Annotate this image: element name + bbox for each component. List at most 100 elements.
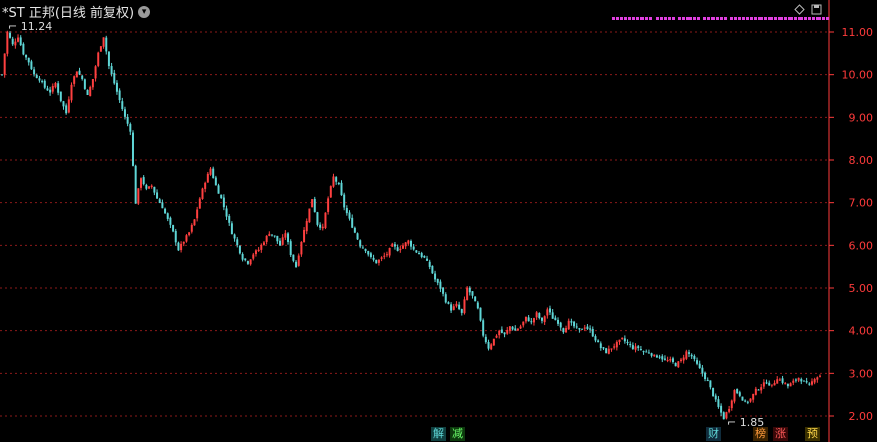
candle-body: [399, 248, 402, 251]
candle-body: [62, 101, 65, 107]
candle-body: [372, 257, 375, 260]
candle-body: [642, 351, 645, 353]
candle-body: [549, 308, 552, 313]
candle-body: [423, 255, 426, 258]
candle-body: [81, 75, 84, 79]
candle-body: [746, 401, 749, 403]
candle-body: [14, 41, 17, 46]
candle-body: [367, 251, 370, 255]
candle-body: [356, 233, 359, 240]
candle-body: [575, 326, 578, 328]
badge-finance[interactable]: 财: [706, 427, 721, 441]
candle-body: [196, 209, 199, 219]
candle-body: [145, 184, 148, 189]
restore-icon[interactable]: [811, 4, 822, 15]
signal-dot: [620, 17, 623, 20]
signal-dot: [738, 17, 741, 20]
badge-reduce[interactable]: 减: [450, 427, 465, 441]
candle-body: [781, 378, 784, 383]
candle-body: [166, 213, 169, 219]
candle-body: [602, 347, 605, 349]
candle-body: [816, 377, 819, 380]
candle-body: [733, 390, 736, 402]
candle-body: [327, 198, 330, 212]
candle-body: [720, 405, 723, 413]
signal-dot: [716, 17, 719, 20]
badge-rank[interactable]: 榜: [753, 427, 768, 441]
candle-body: [474, 296, 477, 302]
signal-dot: [712, 17, 715, 20]
candle-body: [91, 79, 94, 88]
candle-body: [11, 38, 14, 45]
candle-body: [38, 78, 41, 81]
candle-body: [158, 199, 161, 203]
diamond-icon[interactable]: [794, 4, 805, 15]
candle-body: [428, 261, 431, 267]
candle-body: [113, 72, 116, 84]
signal-dot: [746, 17, 749, 20]
candle-body: [180, 243, 183, 251]
signal-dot: [750, 17, 753, 20]
chevron-down-icon[interactable]: ▾: [138, 5, 151, 18]
candle-body: [615, 341, 618, 348]
candle-body: [86, 89, 89, 96]
candle-body: [230, 223, 233, 235]
candle-body: [543, 316, 546, 323]
candle-body: [150, 185, 153, 188]
candle-body: [284, 233, 287, 238]
candle-body: [500, 329, 503, 333]
candle-body: [479, 307, 482, 321]
candle-body: [754, 388, 757, 395]
candle-body: [303, 229, 306, 243]
candle-body: [46, 88, 49, 91]
candle-body: [663, 358, 666, 360]
candle-body: [420, 253, 423, 257]
candle-body: [639, 348, 642, 350]
candle-body: [190, 225, 193, 232]
signal-dot: [780, 17, 783, 20]
candle-body: [607, 348, 610, 354]
badge-unlock[interactable]: 解: [431, 427, 446, 441]
candle-body: [704, 372, 707, 380]
signal-dot: [770, 17, 773, 20]
candle-body: [17, 37, 20, 42]
candle-body: [778, 379, 781, 381]
candle-body: [1, 74, 3, 76]
candle-body: [110, 66, 113, 75]
candle-body: [589, 328, 592, 330]
candle-body: [460, 309, 463, 313]
signal-dot: [624, 17, 627, 20]
candle-body: [329, 186, 332, 198]
signal-dot: [645, 17, 648, 20]
candle-body: [666, 360, 669, 362]
candle-body: [637, 346, 640, 349]
candle-body: [59, 91, 62, 102]
candle-body: [538, 313, 541, 319]
candle-body: [762, 382, 765, 387]
signal-dot: [742, 17, 745, 20]
badge-limit-up[interactable]: 涨: [773, 427, 788, 441]
candle-body: [94, 66, 97, 79]
candle-body: [444, 294, 447, 303]
candle-body: [105, 37, 108, 52]
signal-dot: [686, 17, 689, 20]
candle-body: [468, 287, 471, 293]
candle-body: [645, 351, 648, 353]
candle-body: [802, 380, 805, 382]
signal-dot: [660, 17, 663, 20]
candle-body: [313, 198, 316, 213]
signal-dot: [804, 17, 807, 20]
candle-body: [404, 242, 407, 247]
candle-body: [466, 287, 469, 300]
candle-body: [174, 230, 177, 243]
candle-body: [583, 327, 586, 329]
y-tick-label: 11.00: [842, 26, 874, 39]
candle-body: [495, 335, 498, 338]
candle-body: [51, 86, 54, 92]
badge-forecast[interactable]: 预: [805, 427, 820, 441]
candle-body: [353, 227, 356, 233]
signal-dot: [774, 17, 777, 20]
candle-body: [233, 234, 236, 239]
candle-body: [514, 328, 517, 331]
candle-body: [476, 302, 479, 309]
